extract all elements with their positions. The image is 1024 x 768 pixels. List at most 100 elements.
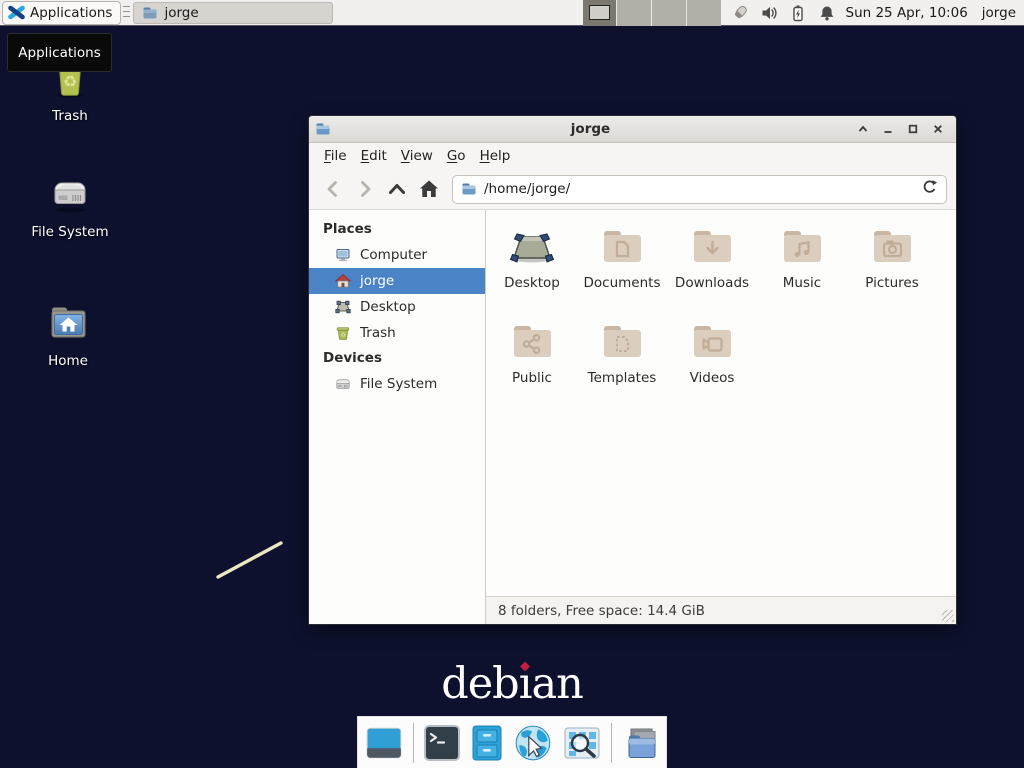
menu-help[interactable]: Help bbox=[473, 145, 518, 167]
window-folder-icon bbox=[315, 121, 331, 137]
documents-folder-icon bbox=[598, 222, 646, 270]
menu-go[interactable]: Go bbox=[440, 145, 473, 167]
file-item-documents[interactable]: Documents bbox=[577, 219, 667, 314]
file-item-pictures[interactable]: Pictures bbox=[847, 219, 937, 314]
menu-edit[interactable]: Edit bbox=[354, 145, 394, 167]
top-panel: Applications jorge bbox=[0, 0, 1024, 26]
location-path-text[interactable]: /home/jorge/ bbox=[484, 181, 914, 197]
sidebar-item-computer[interactable]: Computer bbox=[309, 242, 485, 268]
applications-tooltip: Applications bbox=[7, 33, 112, 72]
panel-clock[interactable]: Sun 25 Apr, 10:06 bbox=[846, 5, 968, 21]
dock-separator bbox=[611, 723, 612, 763]
file-item-desktop[interactable]: Desktop bbox=[487, 219, 577, 314]
workspace-2[interactable] bbox=[616, 0, 651, 26]
shade-window-button[interactable] bbox=[850, 118, 875, 140]
svg-text:♻: ♻ bbox=[63, 72, 77, 91]
file-pane: Desktop Documents bbox=[486, 210, 956, 624]
debian-logo-i-dot: ı bbox=[519, 659, 532, 709]
bottom-dock bbox=[357, 716, 667, 768]
sidebar-places-header: Places bbox=[309, 217, 485, 242]
app-finder-launcher[interactable] bbox=[562, 724, 602, 762]
file-item-label: Public bbox=[512, 370, 552, 386]
window-title: jorge bbox=[331, 121, 850, 137]
menubar: File Edit View Go Help bbox=[309, 143, 956, 169]
computer-icon bbox=[335, 247, 351, 263]
templates-folder-icon bbox=[598, 317, 646, 365]
folders-stack-icon bbox=[621, 724, 661, 762]
workspace-1-active[interactable] bbox=[583, 0, 617, 26]
file-item-label: Desktop bbox=[504, 275, 560, 291]
file-grid: Desktop Documents bbox=[486, 210, 956, 596]
debian-logo: debıan bbox=[0, 659, 1024, 709]
wallpaper-line-artifact bbox=[210, 535, 292, 587]
statusbar: 8 folders, Free space: 14.4 GiB bbox=[486, 596, 956, 624]
pictures-folder-icon bbox=[868, 222, 916, 270]
globe-browser-icon bbox=[513, 723, 553, 763]
menu-view[interactable]: View bbox=[394, 145, 440, 167]
sidebar-item-desktop[interactable]: Desktop bbox=[309, 294, 485, 320]
file-item-music[interactable]: Music bbox=[757, 219, 847, 314]
sidebar-item-trash[interactable]: ♻ Trash bbox=[309, 320, 485, 346]
sidebar-devices-header: Devices bbox=[309, 346, 485, 371]
up-button[interactable] bbox=[382, 175, 411, 203]
panel-drag-handle[interactable] bbox=[123, 6, 130, 19]
back-button[interactable] bbox=[318, 175, 347, 203]
show-desktop-launcher[interactable] bbox=[364, 723, 404, 763]
hard-drive-icon bbox=[46, 169, 94, 221]
desktop-icon-label: Trash bbox=[0, 108, 140, 124]
volume-tray-icon[interactable] bbox=[760, 4, 778, 22]
sidebar-item-jorge[interactable]: jorge bbox=[309, 268, 485, 294]
desktop-item-icon bbox=[508, 222, 556, 270]
directory-menu-launcher[interactable] bbox=[621, 724, 661, 762]
file-item-templates[interactable]: Templates bbox=[577, 314, 667, 409]
file-item-public[interactable]: Public bbox=[487, 314, 577, 409]
tooltip-text: Applications bbox=[18, 45, 100, 61]
file-item-label: Pictures bbox=[865, 275, 918, 291]
maximize-window-button[interactable] bbox=[900, 118, 925, 140]
taskbar-item-jorge[interactable]: jorge bbox=[133, 2, 333, 24]
svg-text:♻: ♻ bbox=[340, 331, 346, 339]
taskbar-item-label: jorge bbox=[164, 5, 198, 21]
sidebar-item-label: File System bbox=[360, 376, 437, 392]
forward-button[interactable] bbox=[350, 175, 379, 203]
xfce-applications-icon bbox=[8, 4, 25, 21]
panel-username[interactable]: jorge bbox=[982, 5, 1016, 21]
window-titlebar[interactable]: jorge bbox=[309, 116, 956, 143]
file-item-label: Videos bbox=[690, 370, 735, 386]
desktop-icon-label: Home bbox=[0, 353, 138, 369]
file-item-label: Documents bbox=[584, 275, 661, 291]
workspace-3[interactable] bbox=[651, 0, 686, 26]
input-device-tray-icon[interactable] bbox=[731, 4, 749, 22]
trash-small-icon: ♻ bbox=[335, 325, 351, 341]
minimize-window-button[interactable] bbox=[875, 118, 900, 140]
desktop-icon-label: File System bbox=[0, 224, 140, 240]
battery-tray-icon[interactable] bbox=[789, 4, 807, 22]
menu-file[interactable]: File bbox=[317, 145, 354, 167]
home-folder-icon bbox=[44, 298, 92, 350]
web-browser-launcher[interactable] bbox=[513, 723, 553, 763]
close-window-button[interactable] bbox=[925, 118, 950, 140]
folder-icon bbox=[142, 5, 158, 21]
location-bar[interactable]: /home/jorge/ bbox=[452, 175, 947, 204]
file-manager-launcher[interactable] bbox=[470, 724, 504, 762]
file-item-videos[interactable]: Videos bbox=[667, 314, 757, 409]
applications-menu-button[interactable]: Applications bbox=[2, 1, 121, 25]
notifications-bell-tray-icon[interactable] bbox=[818, 4, 836, 22]
window-resize-grip[interactable] bbox=[942, 610, 954, 622]
file-item-downloads[interactable]: Downloads bbox=[667, 219, 757, 314]
home-button[interactable] bbox=[414, 175, 443, 203]
home-icon bbox=[335, 273, 351, 289]
reload-button[interactable] bbox=[921, 179, 938, 200]
sidebar-item-file-system[interactable]: File System bbox=[309, 371, 485, 397]
window-content: Places Computer bbox=[309, 210, 956, 624]
desktop-screen: Applications jorge bbox=[0, 0, 1024, 768]
workspace-4[interactable] bbox=[686, 0, 721, 26]
terminal-launcher[interactable] bbox=[423, 724, 461, 762]
desktop-icon-file-system[interactable]: File System bbox=[0, 169, 140, 240]
workspace-switcher bbox=[583, 0, 721, 26]
terminal-icon bbox=[423, 724, 461, 762]
downloads-folder-icon bbox=[688, 222, 736, 270]
application-finder-icon bbox=[562, 724, 602, 762]
desktop-icon-home[interactable]: Home bbox=[0, 298, 138, 369]
applications-menu-label: Applications bbox=[30, 5, 112, 21]
